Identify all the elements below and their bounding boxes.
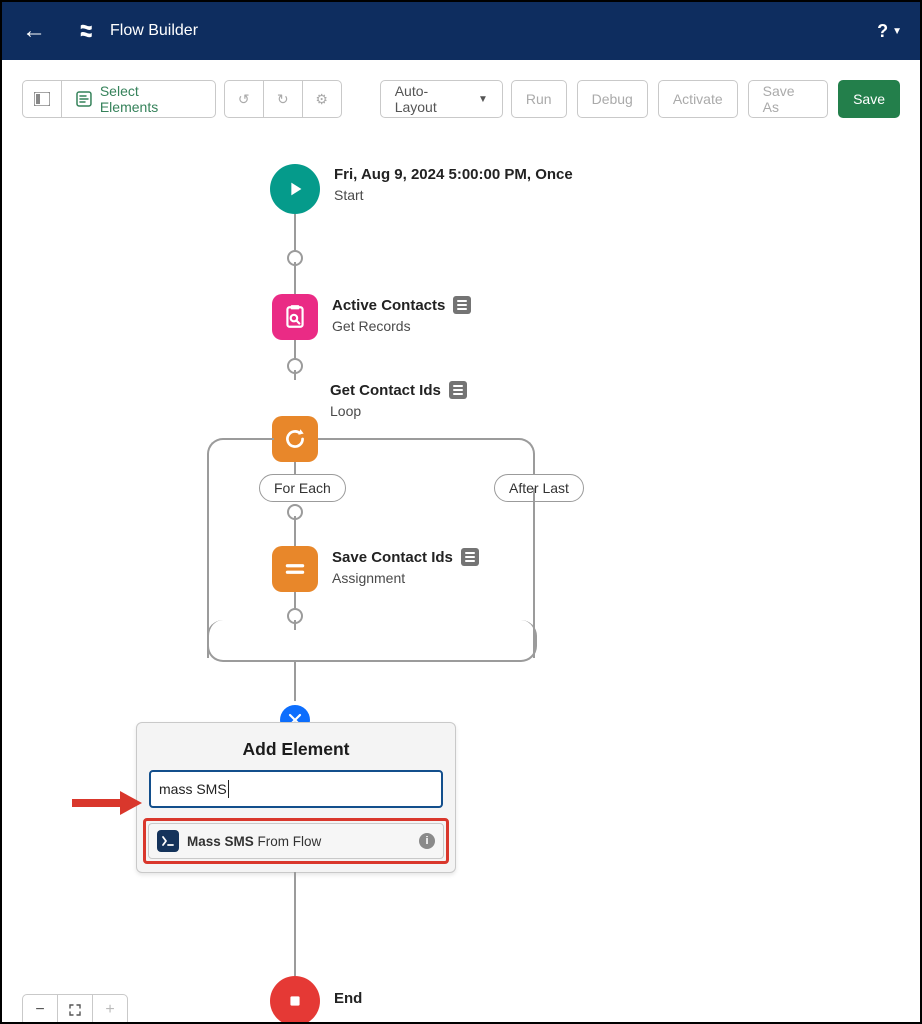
select-icon <box>76 91 92 107</box>
select-elements-label: Select Elements <box>100 83 201 115</box>
equals-icon <box>272 546 318 592</box>
node-title: Save Contact Ids <box>332 549 453 566</box>
info-icon[interactable]: i <box>419 833 435 849</box>
toggle-panel-button[interactable] <box>22 80 61 118</box>
element-search-input[interactable]: mass SMS <box>149 770 443 808</box>
flow-node-loop-label: Get Contact Ids Loop <box>330 379 467 419</box>
search-value: mass SMS <box>159 781 227 797</box>
save-button[interactable]: Save <box>838 80 900 118</box>
app-logo-icon <box>78 20 100 42</box>
apex-action-icon <box>157 830 179 852</box>
app-header: ← Flow Builder ? ▼ <box>2 2 920 60</box>
zoom-out-button[interactable]: − <box>23 995 58 1024</box>
settings-button[interactable]: ⚙ <box>302 80 342 118</box>
undo-icon: ↺ <box>238 91 250 108</box>
flow-node-get-records[interactable]: Active Contacts Get Records <box>272 294 471 340</box>
redo-icon: ↻ <box>277 91 289 108</box>
chevron-down-icon: ▼ <box>892 26 902 37</box>
add-element-panel: Add Element mass SMS Mass SMS From Flow … <box>136 722 456 873</box>
undo-button[interactable]: ↺ <box>224 80 263 118</box>
debug-button[interactable]: Debug <box>577 80 648 118</box>
back-button[interactable]: ← <box>18 17 50 45</box>
run-button[interactable]: Run <box>511 80 567 118</box>
node-title: Active Contacts <box>332 297 445 314</box>
annotation-highlight: Mass SMS From Flow i <box>143 818 449 864</box>
fit-icon <box>68 1003 82 1017</box>
zoom-fit-button[interactable] <box>58 995 93 1024</box>
toolbar: Select Elements ↺ ↻ ⚙ Auto-Layout ▼ Run … <box>2 60 920 138</box>
clipboard-search-icon <box>272 294 318 340</box>
play-icon <box>270 164 320 214</box>
activate-button[interactable]: Activate <box>658 80 738 118</box>
select-elements-button[interactable]: Select Elements <box>61 80 216 118</box>
loop-for-each-badge: For Each <box>259 474 346 502</box>
sidebar-icon <box>34 92 50 106</box>
flow-node-end[interactable]: End <box>270 976 362 1024</box>
node-subtitle: Loop <box>330 403 467 419</box>
help-menu[interactable]: ? ▼ <box>877 2 902 60</box>
auto-layout-dropdown[interactable]: Auto-Layout ▼ <box>380 80 503 118</box>
gear-icon: ⚙ <box>315 91 328 108</box>
flow-canvas[interactable]: Fri, Aug 9, 2024 5:00:00 PM, Once Start … <box>2 138 920 1024</box>
flow-node-loop[interactable] <box>272 416 318 462</box>
save-as-button[interactable]: Save As <box>748 80 828 118</box>
node-subtitle: Get Records <box>332 318 471 334</box>
text-cursor <box>228 780 229 798</box>
description-icon <box>453 296 471 314</box>
description-icon <box>449 381 467 399</box>
flow-node-start[interactable]: Fri, Aug 9, 2024 5:00:00 PM, Once Start <box>270 164 573 214</box>
result-label: Mass SMS From Flow <box>187 834 411 849</box>
element-result-mass-sms[interactable]: Mass SMS From Flow i <box>148 823 444 859</box>
node-title: Get Contact Ids <box>330 382 441 399</box>
annotation-arrow <box>70 788 142 818</box>
panel-title: Add Element <box>137 723 455 770</box>
start-title: Fri, Aug 9, 2024 5:00:00 PM, Once <box>334 166 573 183</box>
loop-after-last-badge: After Last <box>494 474 584 502</box>
end-title: End <box>334 990 362 1007</box>
zoom-in-button[interactable]: + <box>93 995 127 1024</box>
stop-icon <box>270 976 320 1024</box>
start-subtitle: Start <box>334 187 573 203</box>
loop-icon <box>272 416 318 462</box>
auto-layout-label: Auto-Layout <box>395 83 470 115</box>
zoom-controls: − + <box>22 994 128 1024</box>
help-icon: ? <box>877 21 888 42</box>
description-icon <box>461 548 479 566</box>
node-subtitle: Assignment <box>332 570 479 586</box>
chevron-down-icon: ▼ <box>478 94 488 105</box>
flow-node-assignment[interactable]: Save Contact Ids Assignment <box>272 546 479 592</box>
app-title: Flow Builder <box>110 22 198 40</box>
redo-button[interactable]: ↻ <box>263 80 302 118</box>
